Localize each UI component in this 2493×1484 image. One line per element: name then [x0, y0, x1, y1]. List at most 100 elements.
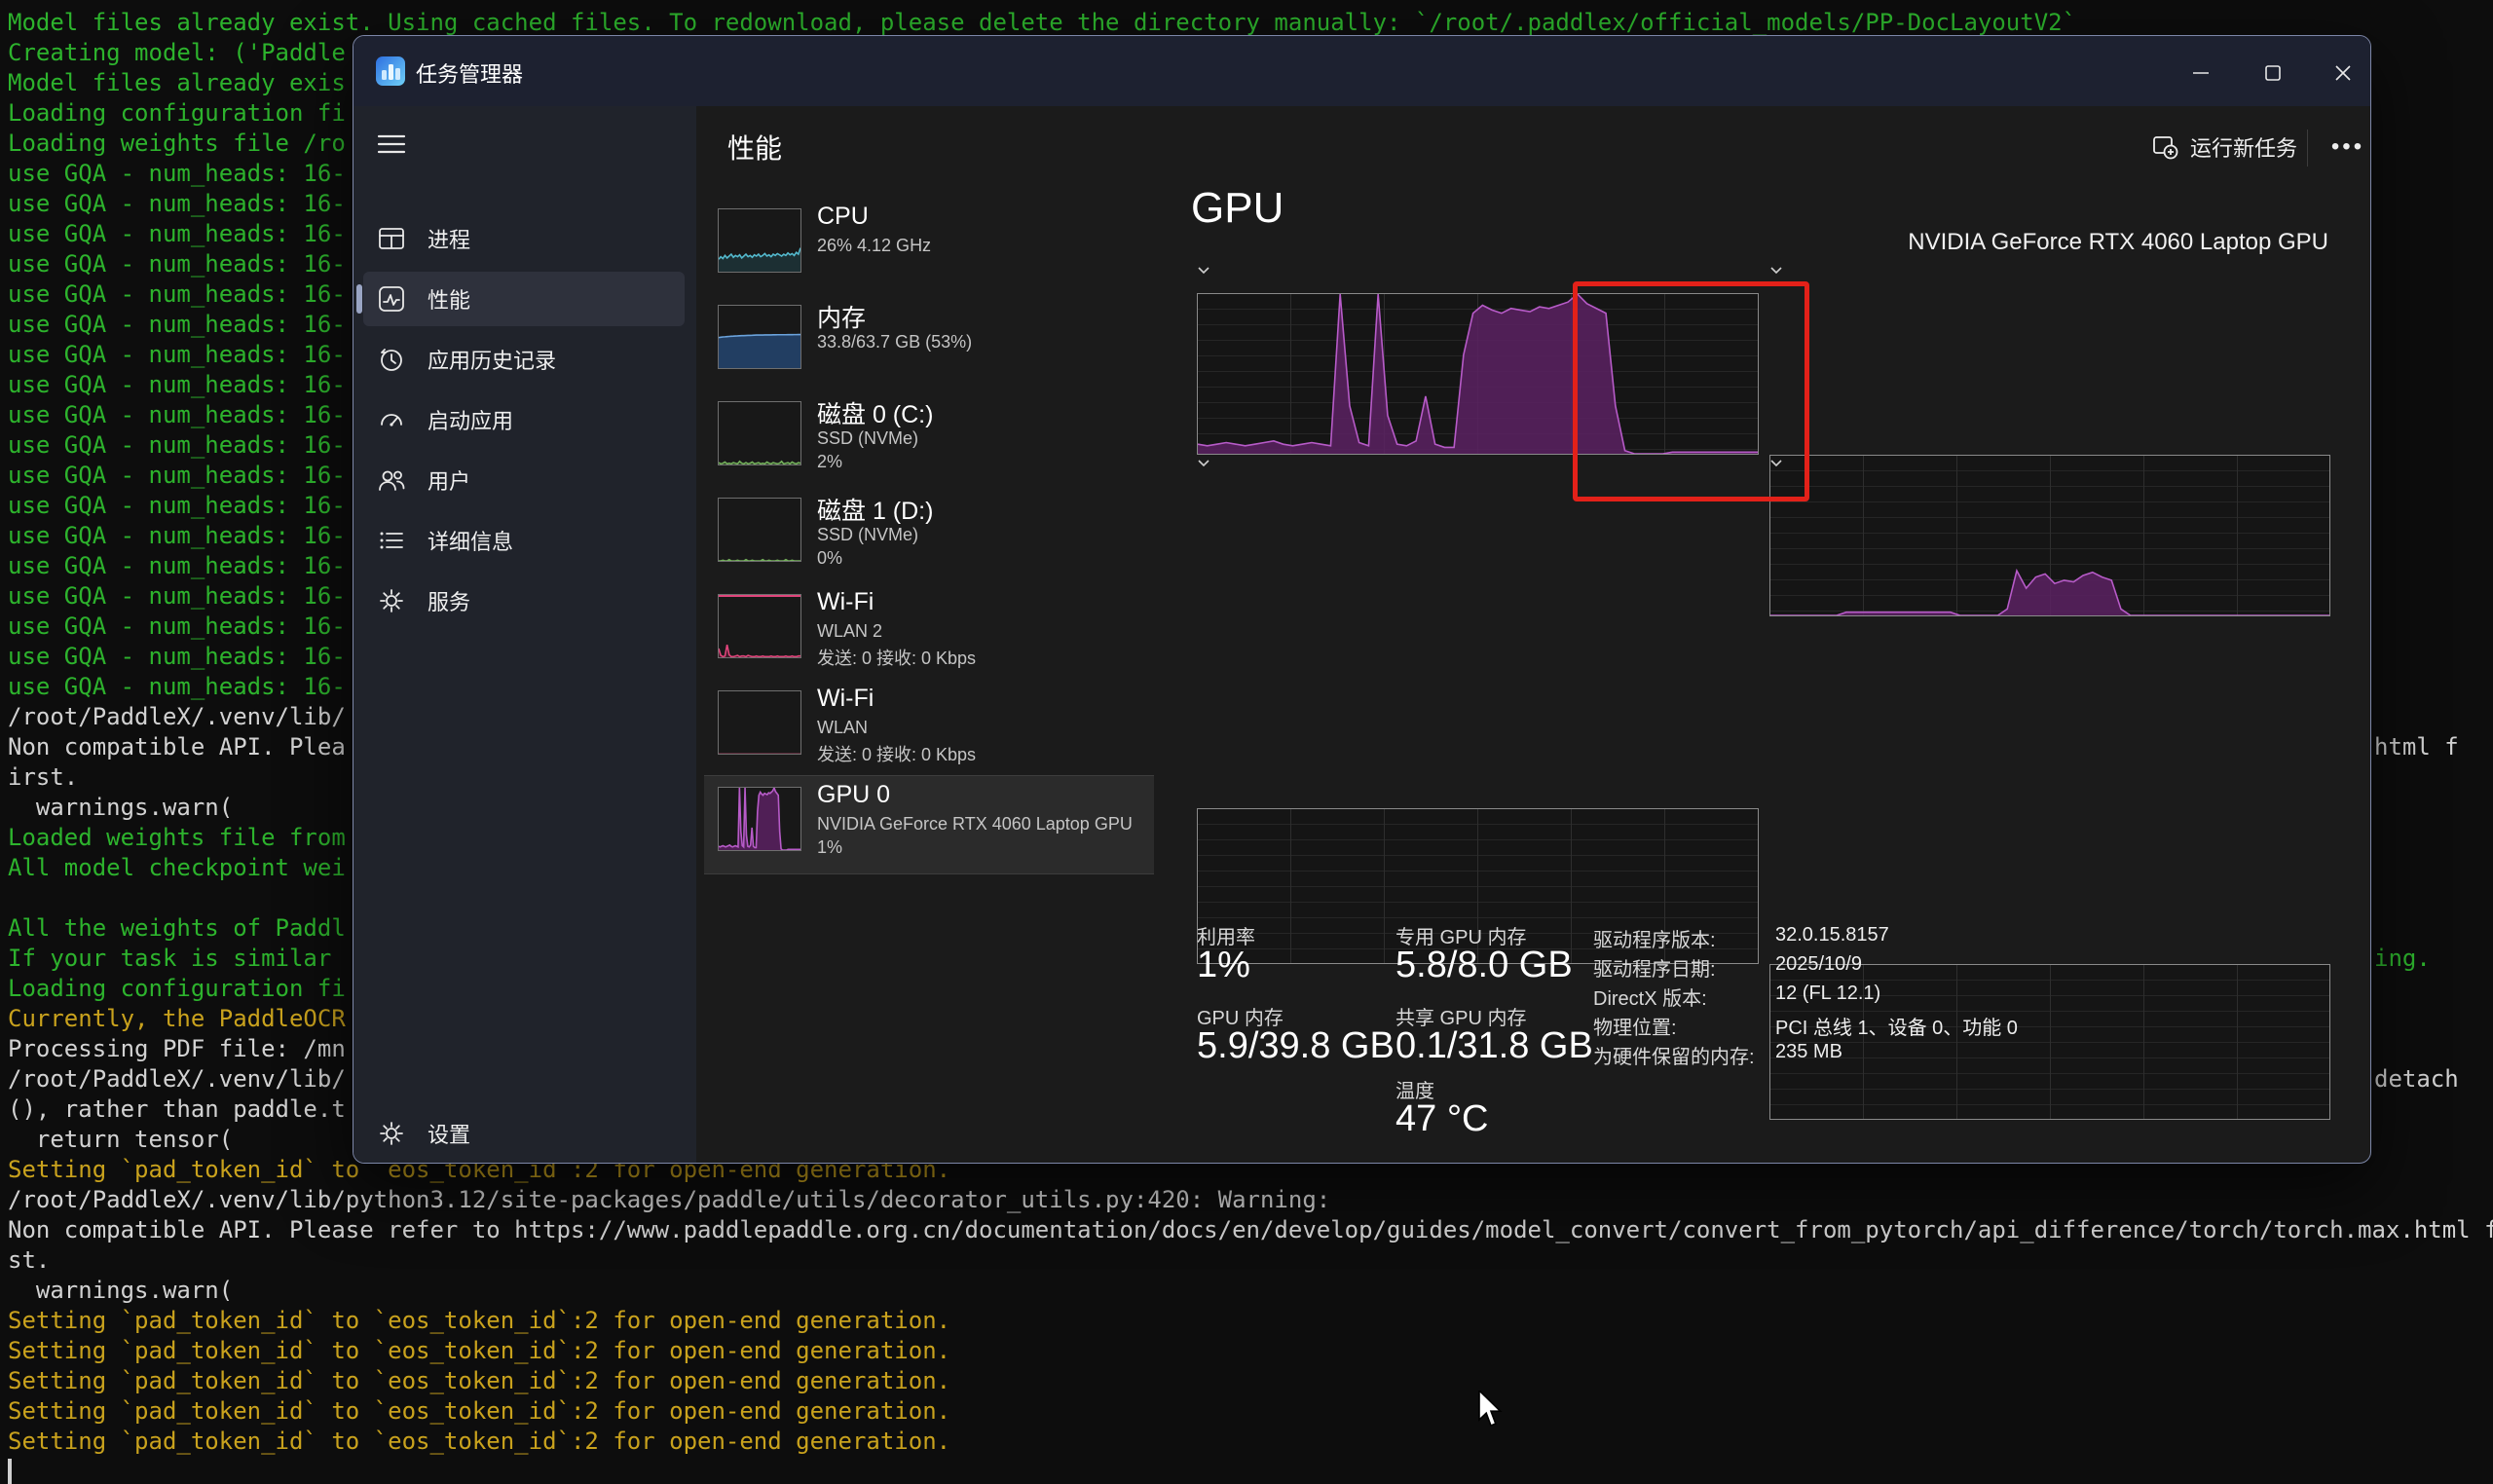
- terminal-line: use GQA - num_heads: 16-: [8, 219, 346, 249]
- detail-label: DirectX 版本:: [1593, 983, 1707, 1011]
- terminal-line: Currently, the PaddleOCR: [8, 1004, 346, 1034]
- perf-list-item-磁盘-0-(c:)[interactable]: 磁盘 0 (C:)SSD (NVMe)2%: [702, 393, 1152, 489]
- perf-list-item-wi-fi[interactable]: Wi-FiWLAN 2发送: 0 接收: 0 Kbps: [702, 586, 1152, 682]
- perf-item-title: GPU 0: [817, 781, 890, 809]
- perf-item-title: 磁盘 1 (D:): [817, 492, 933, 527]
- mini-chart: [718, 690, 801, 755]
- perf-item-sub: 26% 4.12 GHz: [817, 236, 931, 256]
- chart-copy: [1769, 455, 2330, 616]
- detail-label: 驱动程序日期:: [1593, 953, 1716, 982]
- perf-item-title: 磁盘 0 (C:): [817, 395, 933, 430]
- sidebar-item-settings[interactable]: 设置: [363, 1106, 685, 1161]
- terminal-line: use GQA - num_heads: 16-: [8, 340, 346, 370]
- sidebar-item-history[interactable]: 应用历史记录: [363, 332, 685, 387]
- perf-list-item-wi-fi[interactable]: Wi-FiWLAN发送: 0 接收: 0 Kbps: [702, 683, 1152, 778]
- perf-item-title: CPU: [817, 203, 869, 231]
- perf-item-sub: SSD (NVMe): [817, 428, 918, 449]
- sidebar-item-label: 启动应用: [428, 404, 513, 435]
- terminal-line: Non compatible API. Plea: [8, 732, 346, 762]
- gpu-panel-title: GPU: [1191, 184, 1284, 233]
- terminal-line: Processing PDF file: /mn: [8, 1034, 346, 1064]
- minimize-button[interactable]: [2171, 54, 2231, 93]
- mini-chart: [718, 208, 801, 273]
- terminal-line-fragment: html f: [2374, 732, 2459, 762]
- perf-list-item-磁盘-1-(d:)[interactable]: 磁盘 1 (D:)SSD (NVMe)0%: [702, 490, 1152, 585]
- terminal-line: Setting `pad_token_id` to `eos_token_id`…: [8, 1336, 950, 1366]
- terminal-line: Model files already exist. Using cached …: [8, 8, 2076, 38]
- terminal-line: use GQA - num_heads: 16-: [8, 551, 346, 581]
- terminal-line: Loading weights file /ro: [8, 129, 346, 159]
- gear-icon: [377, 1119, 406, 1148]
- terminal-line: Loading configuration fi: [8, 98, 346, 129]
- sidebar: 进程 性能 应用历史记录 启动应用 用户 详细信息 服务 设置: [353, 106, 696, 1163]
- terminal-line: use GQA - num_heads: 16-: [8, 672, 346, 702]
- chart-label-copy[interactable]: [1769, 266, 1791, 275]
- terminal-line: use GQA - num_heads: 16-: [8, 642, 346, 672]
- title-bar[interactable]: 任务管理器: [353, 36, 2370, 106]
- detail-value: PCI 总线 1、设备 0、功能 0: [1775, 1012, 2018, 1040]
- detail-value: 12 (FL 12.1): [1775, 983, 1880, 1005]
- terminal-line-fragment: ing.: [2374, 944, 2431, 974]
- perf-item-sub: 33.8/63.7 GB (53%): [817, 332, 972, 352]
- perf-item-title: Wi-Fi: [817, 588, 874, 616]
- sidebar-item-services[interactable]: 服务: [363, 574, 685, 628]
- terminal-line: Setting `pad_token_id` to `eos_token_id`…: [8, 1366, 950, 1396]
- terminal-line-fragment: detach: [2374, 1064, 2459, 1094]
- terminal-line: Creating model: ('Paddle: [8, 38, 346, 68]
- perf-list-item-cpu[interactable]: CPU 26% 4.12 GHz: [702, 201, 1152, 296]
- terminal-line: use GQA - num_heads: 16-: [8, 189, 346, 219]
- sidebar-item-details[interactable]: 详细信息: [363, 513, 685, 568]
- perf-list-item-gpu-0[interactable]: GPU 0NVIDIA GeForce RTX 4060 Laptop GPU1…: [702, 779, 1152, 874]
- chart-label-video-encode[interactable]: [1197, 459, 1218, 467]
- mini-chart: [718, 594, 801, 658]
- stat-value: 1%: [1197, 945, 1250, 986]
- terminal-line: Setting `pad_token_id` to `eos_token_id`…: [8, 1306, 950, 1336]
- terminal-line: Setting `pad_token_id` to `eos_token_id`…: [8, 1396, 950, 1427]
- perf-list-item-内存[interactable]: 内存33.8/63.7 GB (53%): [702, 297, 1152, 392]
- performance-icon: [377, 284, 406, 314]
- stat-value: 47 °C: [1395, 1098, 1488, 1140]
- mouse-cursor: [1477, 1391, 1510, 1429]
- sidebar-item-users[interactable]: 用户: [363, 453, 685, 507]
- mini-chart: [718, 498, 801, 562]
- terminal-line: If your task is similar: [8, 944, 331, 974]
- minimize-icon: [2190, 62, 2212, 84]
- chart-label-3d[interactable]: [1197, 266, 1218, 275]
- sidebar-item-processes[interactable]: 进程: [363, 211, 685, 266]
- hamburger-icon: [375, 130, 408, 159]
- run-new-task-button[interactable]: 运行新任务: [2141, 126, 2307, 168]
- history-icon: [377, 345, 406, 374]
- sidebar-item-performance[interactable]: 性能: [363, 272, 685, 326]
- terminal-cursor: [8, 1459, 12, 1484]
- detail-value: 32.0.15.8157: [1775, 924, 1889, 946]
- terminal-line: Model files already exis: [8, 68, 346, 98]
- terminal-line: use GQA - num_heads: 16-: [8, 249, 346, 279]
- stat-value: 5.8/8.0 GB: [1395, 945, 1573, 986]
- sidebar-item-startup[interactable]: 启动应用: [363, 392, 685, 447]
- perf-item-sub: 发送: 0 接收: 0 Kbps: [817, 741, 976, 766]
- maximize-button[interactable]: [2243, 54, 2303, 93]
- detail-label: 为硬件保留的内存:: [1593, 1041, 1755, 1069]
- services-icon: [377, 586, 406, 615]
- sidebar-item-label: 设置: [428, 1118, 470, 1149]
- page-title: 性能: [727, 128, 782, 167]
- selected-indicator: [356, 284, 362, 314]
- terminal-line: use GQA - num_heads: 16-: [8, 612, 346, 642]
- terminal-line: use GQA - num_heads: 16-: [8, 159, 346, 189]
- terminal-line: use GQA - num_heads: 16-: [8, 430, 346, 461]
- hamburger-menu-button[interactable]: [375, 130, 408, 159]
- sidebar-item-label: 进程: [428, 223, 470, 254]
- detail-label: 驱动程序版本:: [1593, 924, 1716, 952]
- more-options-button[interactable]: •••: [2321, 126, 2371, 168]
- terminal-line: Non compatible API. Please refer to http…: [8, 1215, 2493, 1245]
- terminal-line: use GQA - num_heads: 16-: [8, 491, 346, 521]
- perf-item-title: Wi-Fi: [817, 685, 874, 713]
- run-new-task-icon: [2151, 133, 2178, 161]
- detail-value: 235 MB: [1775, 1041, 1842, 1063]
- window-title: 任务管理器: [416, 57, 523, 89]
- terminal-line: Loading configuration fi: [8, 974, 346, 1004]
- startup-icon: [377, 405, 406, 434]
- terminal-line: warnings.warn(: [8, 1276, 233, 1306]
- sidebar-item-label: 用户: [428, 464, 470, 496]
- close-button[interactable]: [2313, 54, 2371, 93]
